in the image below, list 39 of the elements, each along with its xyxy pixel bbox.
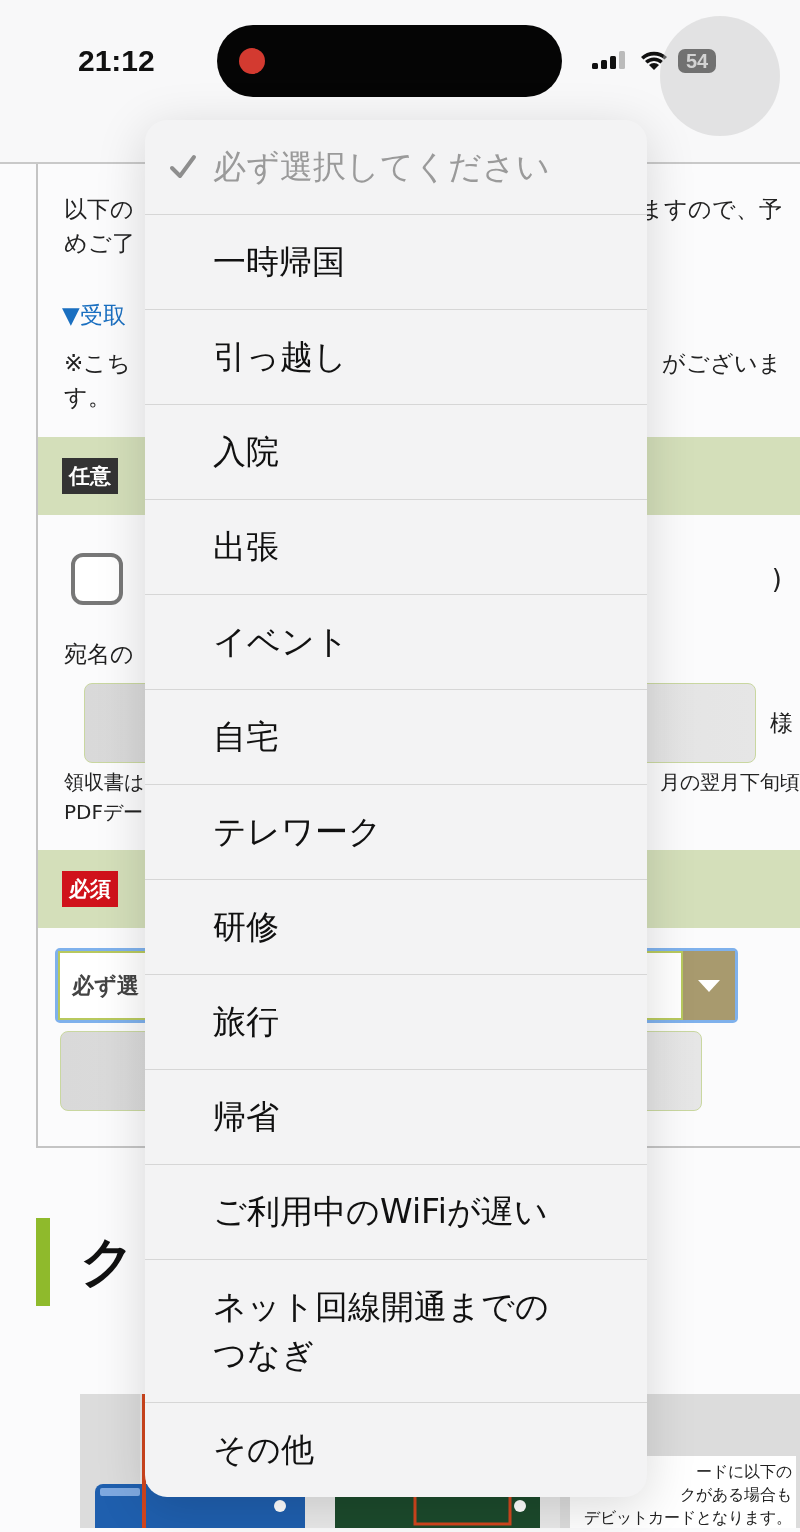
recording-dot-icon bbox=[239, 48, 265, 74]
caret-icon bbox=[698, 979, 720, 992]
menu-item[interactable]: 一時帰国 bbox=[145, 215, 647, 310]
menu-item[interactable]: テレワーク bbox=[145, 785, 647, 880]
caption-text: デビットカードとなります。 bbox=[584, 1507, 792, 1528]
menu-item[interactable]: ご利用中のWiFiが遅い bbox=[145, 1165, 647, 1260]
menu-item[interactable]: イベント bbox=[145, 595, 647, 690]
menu-item[interactable]: ネット回線開通までのつなぎ bbox=[145, 1260, 647, 1403]
body-text: す。 bbox=[64, 382, 111, 412]
badge: 必須 bbox=[62, 871, 118, 907]
menu-item[interactable]: 出張 bbox=[145, 500, 647, 595]
body-text: めご了 bbox=[64, 228, 135, 258]
menu-item[interactable]: 自宅 bbox=[145, 690, 647, 785]
body-text: 月の翌月下旬頃 bbox=[660, 768, 800, 796]
suffix-text: 様 bbox=[770, 708, 793, 738]
menu-item[interactable]: 帰省 bbox=[145, 1070, 647, 1165]
body-text: 宛名の bbox=[64, 639, 134, 669]
wifi-icon bbox=[640, 50, 668, 72]
battery-indicator: 54 bbox=[678, 49, 717, 73]
dropdown-button[interactable] bbox=[683, 951, 735, 1020]
menu-item[interactable]: 引っ越し bbox=[145, 310, 647, 405]
menu-item[interactable]: 入院 bbox=[145, 405, 647, 500]
status-time: 21:12 bbox=[78, 44, 156, 78]
checkmark-icon bbox=[169, 154, 197, 180]
body-text: 以下の bbox=[64, 194, 134, 224]
badge: 任意 bbox=[62, 458, 118, 494]
menu-item[interactable]: 旅行 bbox=[145, 975, 647, 1070]
caption-text: ードに以下の bbox=[696, 1461, 792, 1483]
body-text: がございま bbox=[662, 348, 783, 378]
caption-text: クがある場合も bbox=[680, 1484, 792, 1506]
body-text: PDFデー bbox=[64, 798, 143, 826]
menu-item[interactable]: 研修 bbox=[145, 880, 647, 975]
checkbox[interactable] bbox=[71, 553, 123, 605]
section-heading: ク bbox=[80, 1228, 135, 1295]
body-text: ) bbox=[771, 564, 783, 594]
link[interactable]: ▼受取 bbox=[62, 299, 126, 331]
body-text: ※こち bbox=[64, 348, 132, 378]
menu-item[interactable]: その他 bbox=[145, 1403, 647, 1497]
body-text: 領収書は bbox=[64, 768, 144, 796]
